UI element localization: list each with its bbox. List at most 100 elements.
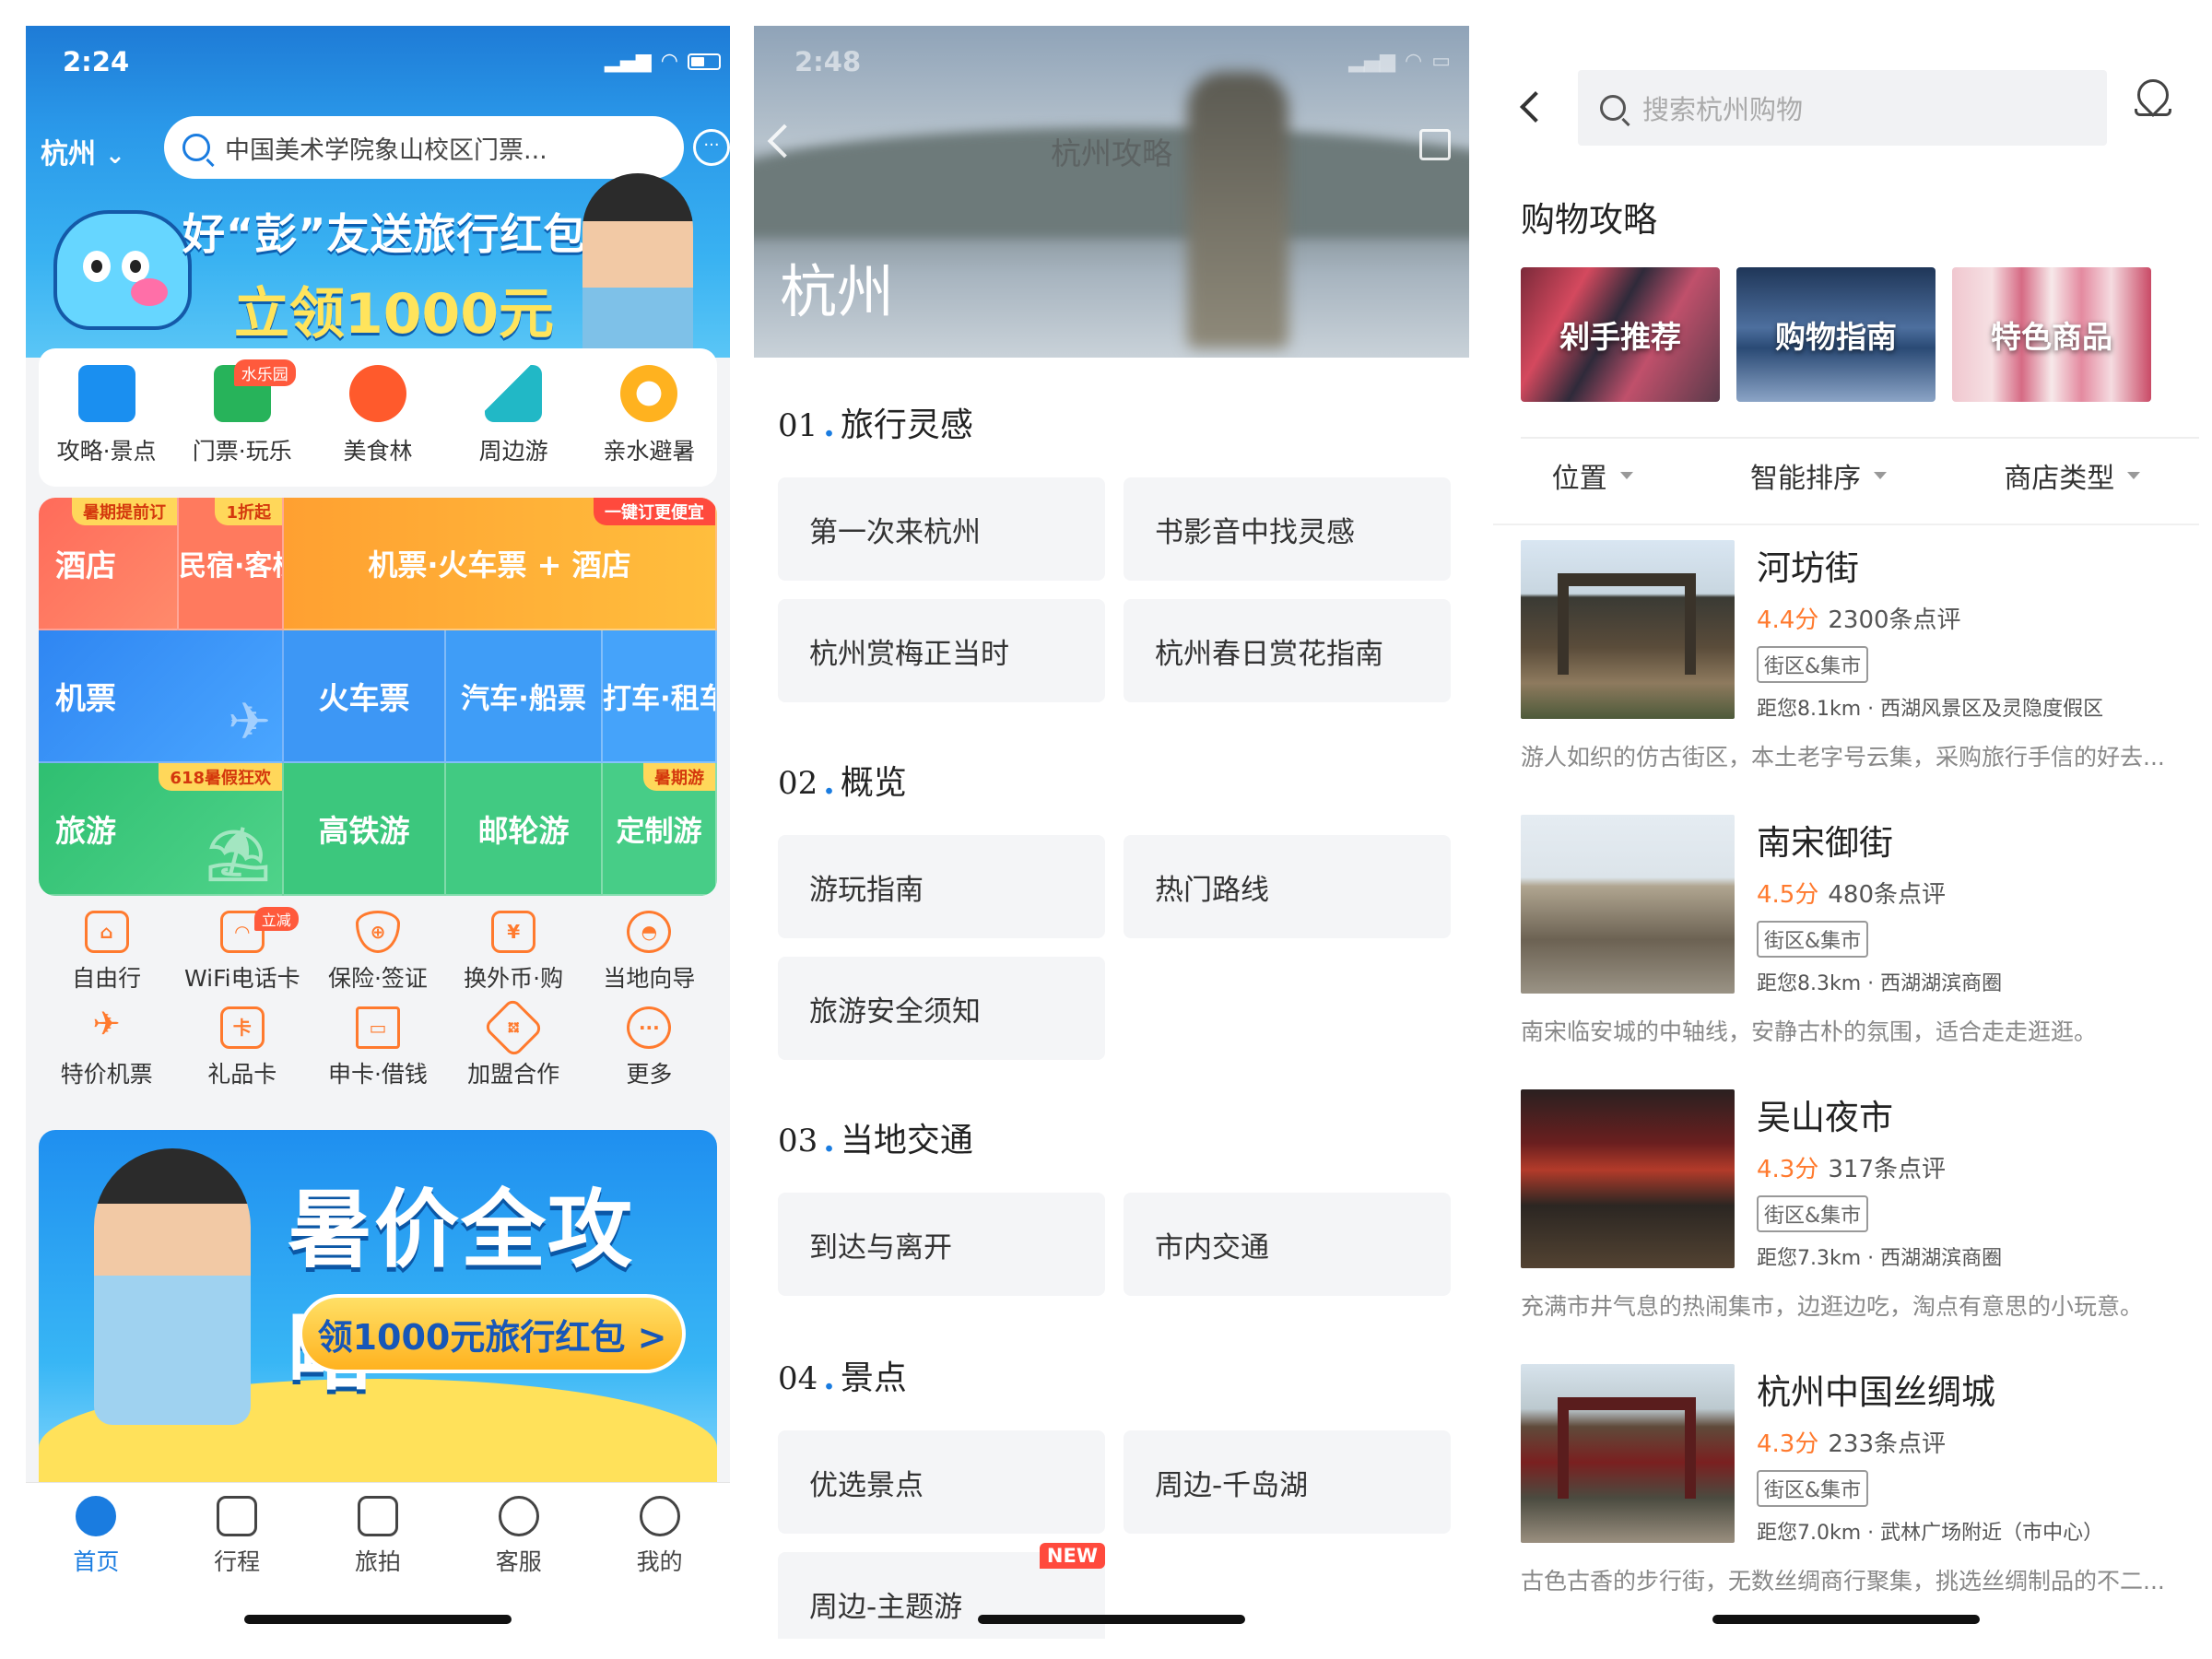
shop-name: 杭州中国丝绸城 [1757, 1372, 1995, 1412]
shop-list-item[interactable]: 南宋御街 4.5分 480条点评 街区&集市 距您8.3km · 西湖湖滨商圈 南… [1521, 815, 2184, 1054]
mountain-icon [485, 365, 543, 422]
shop-category-tag: 街区&集市 [1757, 1470, 1869, 1507]
grid-label: 民宿·客栈 [179, 550, 282, 582]
grid-cruise[interactable]: 邮轮游 [446, 763, 603, 896]
guide-card[interactable]: 周边-千岛湖 [1124, 1430, 1451, 1534]
quick-entry-label: 美食林 [343, 438, 413, 465]
grid-hotel[interactable]: 暑期提前订 酒店 [39, 498, 179, 630]
shop-score: 4.3分 [1757, 1430, 1819, 1458]
guide-card[interactable]: 第一次来杭州 [778, 477, 1105, 581]
map-pin-icon[interactable] [2130, 72, 2176, 124]
banner-cta-button[interactable]: 领1000元旅行红包 > [299, 1294, 686, 1373]
service-gift-card[interactable]: 卡 礼品卡 [175, 1006, 310, 1089]
mascot-eye [122, 251, 149, 282]
grid-custom[interactable]: 暑期游 定制游 [603, 763, 717, 896]
guide-card-specialties[interactable]: 特色商品 [1952, 267, 2151, 402]
guide-card[interactable]: 杭州春日赏花指南 [1124, 599, 1451, 702]
shop-distance: 距您7.3km · 西湖湖滨商圈 [1757, 1247, 2003, 1270]
grid-inn[interactable]: 1折起 民宿·客栈 [179, 498, 284, 630]
share-icon[interactable] [1419, 129, 1451, 160]
shop-description: 充满市井气息的热闹集市，边逛边吃，淘点有意思的小玩意。 [1521, 1293, 2144, 1320]
shop-category-tag: 街区&集市 [1757, 646, 1869, 683]
search-input[interactable]: 搜索杭州购物 [1578, 70, 2107, 146]
home-header: 2:24 ▂▄▆ ◠ 杭州 ⌄ 中国美术学院象山校区门票... ··· 好“彭”友… [26, 26, 730, 358]
search-input[interactable]: 中国美术学院象山校区门票... [164, 116, 684, 179]
caret-down-icon [2127, 472, 2141, 479]
promo-banner[interactable]: 好“彭”友送旅行红包 立领1000元 [182, 201, 586, 349]
guide-card[interactable]: 市内交通 [1124, 1193, 1451, 1296]
guide-card[interactable]: 热门路线 [1124, 835, 1451, 938]
tab-label: 我的 [636, 1548, 683, 1575]
quick-entry-label: 门票·玩乐 [192, 438, 292, 465]
section-number: 02 [778, 765, 818, 802]
grid-flight[interactable]: 机票 ✈ [39, 630, 284, 763]
profile-icon [639, 1496, 680, 1536]
wifi-status-icon: ◠ [1405, 50, 1423, 73]
service-currency[interactable]: ¥ 换外币·购 [446, 911, 581, 994]
service-wifi[interactable]: 立减 ◠ WiFi电话卡 [175, 907, 310, 994]
service-credit[interactable]: ▭ 申卡·借钱 [311, 1006, 445, 1089]
service-free-travel[interactable]: ⌂ 自由行 [40, 911, 174, 994]
service-local-guide[interactable]: ◓ 当地向导 [582, 911, 716, 994]
tab-profile[interactable]: 我的 [595, 1496, 724, 1639]
service-partner[interactable]: ✥ 加盟合作 [446, 996, 581, 1089]
guide-card-label: 剁手推荐 [1559, 319, 1681, 355]
nav-title: 杭州攻略 [1051, 135, 1172, 171]
section-title: 概览 [840, 764, 907, 802]
grid-tour[interactable]: 618暑假狂欢 旅游 ⛱ [39, 763, 284, 896]
shopping-guide-cards: 剁手推荐 购物指南 特色商品 [1521, 267, 2151, 402]
battery-icon [688, 53, 721, 70]
service-more[interactable]: ··· 更多 [582, 1006, 716, 1089]
chevron-down-icon: ⌄ [105, 142, 125, 170]
message-icon[interactable]: ··· [693, 129, 730, 166]
quick-entry-tickets[interactable]: 水乐园 门票·玩乐 [178, 359, 307, 487]
grid-taxi[interactable]: 打车·租车 [603, 630, 717, 763]
shop-list-item[interactable]: 吴山夜市 4.3分 317条点评 街区&集市 距您7.3km · 西湖湖滨商圈 充… [1521, 1089, 2184, 1329]
grid-label: 酒店 [55, 547, 116, 583]
section-attractions: 04. 景点 优选景点 周边-千岛湖 周边-主题游 NEW [778, 1351, 1451, 1639]
grid-rail-tour[interactable]: 高铁游 [284, 763, 446, 896]
grid-train[interactable]: 火车票 [284, 630, 446, 763]
quick-entry-guide[interactable]: 攻略·景点 [42, 365, 171, 487]
shop-list-item[interactable]: 杭州中国丝绸城 4.3分 233条点评 街区&集市 距您7.0km · 武林广场附… [1521, 1364, 2184, 1604]
grid-bus[interactable]: 汽车·船票 [446, 630, 603, 763]
camera-icon [357, 1496, 398, 1536]
shop-name: 吴山夜市 [1757, 1098, 1893, 1137]
filter-shop-type[interactable]: 商店类型 [2004, 455, 2141, 496]
quick-entry-food[interactable]: 美食林 [313, 365, 442, 487]
quick-entry-water[interactable]: 亲水避暑 [584, 365, 713, 487]
status-icons: ▂▄▆ ◠ [605, 50, 721, 73]
filter-label: 智能排序 [1749, 463, 1861, 495]
summer-promo-banner[interactable]: 暑价全攻略 领1000元旅行红包 > [39, 1130, 717, 1517]
service-insurance[interactable]: ⊕ 保险·签证 [311, 911, 445, 994]
divider [1521, 437, 2199, 439]
plane-icon: ✈ [228, 692, 271, 752]
quick-entry-nearby[interactable]: 周边游 [449, 365, 578, 487]
service-cheap-flights[interactable]: ✈ 特价机票 [40, 1006, 174, 1089]
section-inspiration: 01. 旅行灵感 第一次来杭州 书影音中找灵感 杭州赏梅正当时 杭州春日赏花指南 [778, 398, 1451, 702]
guide-card[interactable]: 杭州赏梅正当时 [778, 599, 1105, 702]
filter-sort[interactable]: 智能排序 [1750, 455, 1887, 496]
hero-pagoda [1187, 72, 1288, 348]
grid-flight-train-hotel[interactable]: 一键订更便宜 机票·火车票 + 酒店 [284, 498, 717, 630]
guide-card-shopping-guide[interactable]: 购物指南 [1736, 267, 1936, 402]
guide-card[interactable]: 旅游安全须知 [778, 957, 1105, 1060]
tab-home[interactable]: 首页 [31, 1496, 160, 1639]
shop-list-item[interactable]: 河坊街 4.4分 2300条点评 街区&集市 距您8.1km · 西湖风景区及灵隐… [1521, 540, 2184, 780]
filter-location[interactable]: 位置 [1552, 455, 1633, 496]
guide-card[interactable]: 游玩指南 [778, 835, 1105, 938]
tab-label: 客服 [495, 1548, 542, 1575]
gate-shape [1558, 1397, 1696, 1499]
guide-card[interactable]: 书影音中找灵感 [1124, 477, 1451, 581]
mascot-illustration [53, 210, 192, 330]
shop-category-tag: 街区&集市 [1757, 921, 1869, 958]
guide-card-theme[interactable]: 周边-主题游 NEW [778, 1543, 1105, 1639]
city-selector[interactable]: 杭州 ⌄ [41, 131, 125, 171]
section-heading: 01. 旅行灵感 [778, 398, 1451, 446]
back-icon[interactable] [1520, 91, 1551, 123]
promo-line1: 好“彭”友送旅行红包 [182, 209, 587, 259]
guide-card-recommend[interactable]: 剁手推荐 [1521, 267, 1720, 402]
guide-card[interactable]: 到达与离开 [778, 1193, 1105, 1296]
guide-hat-icon: ◓ [627, 911, 672, 953]
guide-card[interactable]: 优选景点 [778, 1430, 1105, 1534]
